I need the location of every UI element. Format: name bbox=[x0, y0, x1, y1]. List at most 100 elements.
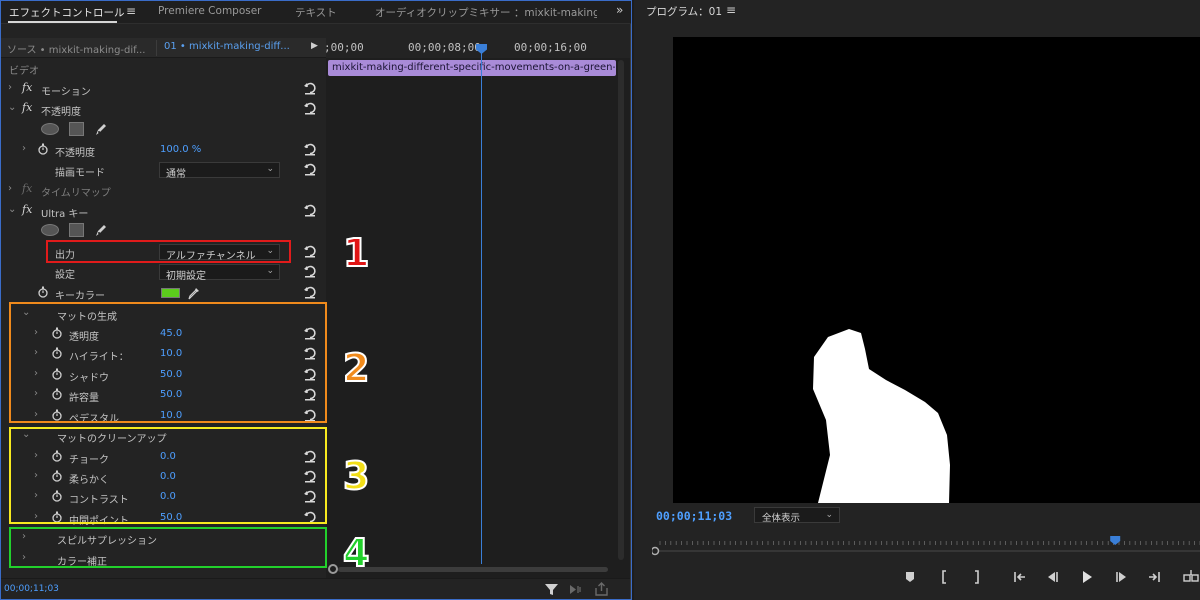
reset-icon[interactable] bbox=[303, 264, 317, 278]
choke-value[interactable]: 0.0 bbox=[160, 451, 176, 462]
insert-icon[interactable] bbox=[1183, 569, 1199, 585]
ellipse-mask-icon[interactable] bbox=[41, 123, 59, 135]
step-forward-icon[interactable] bbox=[1114, 569, 1130, 585]
matte-cleanup-header[interactable]: ⌄ マットのクリーンアップ bbox=[0, 426, 326, 446]
effect-ultra-key-row[interactable]: ⌄ fx Ultra キー bbox=[0, 201, 326, 221]
output-dropdown[interactable]: アルファチャンネル ⌄ bbox=[159, 244, 280, 262]
reset-icon[interactable] bbox=[303, 346, 317, 360]
tolerance-row[interactable]: › 許容量 50.0 bbox=[0, 385, 326, 405]
expand-chevron-icon[interactable]: › bbox=[34, 450, 38, 461]
filter-icon[interactable] bbox=[544, 582, 559, 597]
shadow-row[interactable]: › シャドウ 50.0 bbox=[0, 365, 326, 385]
expand-chevron-icon[interactable]: › bbox=[34, 409, 38, 420]
footer-timecode[interactable]: 00;00;11;03 bbox=[4, 584, 59, 594]
fx-icon[interactable]: fx bbox=[22, 81, 32, 94]
expand-chevron-icon[interactable]: › bbox=[34, 388, 38, 399]
more-panels-icon[interactable]: » bbox=[616, 3, 623, 17]
play-icon[interactable] bbox=[1079, 569, 1095, 585]
mark-in-icon[interactable] bbox=[937, 569, 953, 585]
panel-menu-icon[interactable]: ≡ bbox=[126, 4, 136, 18]
expand-chevron-icon[interactable]: › bbox=[22, 552, 26, 563]
contrast-value[interactable]: 0.0 bbox=[160, 491, 176, 502]
midpoint-value[interactable]: 50.0 bbox=[160, 512, 182, 523]
transparency-value[interactable]: 45.0 bbox=[160, 328, 182, 339]
ellipse-mask-icon[interactable] bbox=[41, 224, 59, 236]
eyedropper-icon[interactable] bbox=[187, 286, 200, 300]
key-color-swatch[interactable] bbox=[161, 288, 180, 298]
fx-icon[interactable]: fx bbox=[22, 101, 32, 114]
reset-icon[interactable] bbox=[303, 285, 317, 299]
reset-icon[interactable] bbox=[303, 162, 317, 176]
expand-chevron-icon[interactable]: › bbox=[22, 143, 26, 154]
collapse-chevron-icon[interactable]: ⌄ bbox=[22, 307, 30, 318]
stopwatch-icon[interactable] bbox=[37, 286, 49, 298]
reset-icon[interactable] bbox=[303, 387, 317, 401]
tab-effect-controls[interactable]: エフェクトコントロール bbox=[9, 5, 125, 20]
reset-icon[interactable] bbox=[303, 449, 317, 463]
reset-icon[interactable] bbox=[303, 489, 317, 503]
expand-chevron-icon[interactable]: › bbox=[34, 368, 38, 379]
reset-icon[interactable] bbox=[303, 469, 317, 483]
contrast-row[interactable]: › コントラスト 0.0 bbox=[0, 487, 326, 507]
spill-suppression-header[interactable]: › スピルサプレッション bbox=[0, 528, 326, 548]
rectangle-mask-icon[interactable] bbox=[69, 122, 84, 136]
expand-chevron-icon[interactable]: › bbox=[8, 82, 12, 93]
tab-audio-clip-mixer[interactable]: オーディオクリップミキサー ：mixkit-making-d bbox=[375, 5, 597, 20]
collapse-chevron-icon[interactable]: ⌄ bbox=[8, 102, 16, 113]
collapse-chevron-icon[interactable]: ⌄ bbox=[22, 429, 30, 440]
expand-chevron-icon[interactable]: › bbox=[34, 347, 38, 358]
scrollbar-handle[interactable] bbox=[328, 564, 338, 574]
stopwatch-icon[interactable] bbox=[51, 470, 63, 482]
reset-icon[interactable] bbox=[303, 81, 317, 95]
program-timecode[interactable]: 00;00;11;03 bbox=[656, 509, 732, 523]
stopwatch-icon[interactable] bbox=[51, 409, 63, 421]
tab-premiere-composer[interactable]: Premiere Composer bbox=[158, 5, 262, 17]
rectangle-mask-icon[interactable] bbox=[69, 223, 84, 237]
tab-text[interactable]: テキスト bbox=[295, 5, 337, 20]
expand-chevron-icon[interactable]: › bbox=[34, 327, 38, 338]
reset-icon[interactable] bbox=[303, 142, 317, 156]
soften-value[interactable]: 0.0 bbox=[160, 471, 176, 482]
export-icon[interactable] bbox=[594, 582, 609, 597]
expand-chevron-icon[interactable]: › bbox=[34, 470, 38, 481]
scrubber-start-handle[interactable] bbox=[652, 546, 660, 556]
reset-icon[interactable] bbox=[303, 510, 317, 524]
expand-chevron-icon[interactable]: › bbox=[34, 490, 38, 501]
pedestal-value[interactable]: 10.0 bbox=[160, 410, 182, 421]
shadow-value[interactable]: 50.0 bbox=[160, 369, 182, 380]
stopwatch-icon[interactable] bbox=[51, 450, 63, 462]
reset-icon[interactable] bbox=[303, 101, 317, 115]
expand-chevron-icon[interactable]: › bbox=[8, 183, 12, 194]
horizontal-zoom-scrollbar[interactable] bbox=[326, 564, 626, 574]
fx-icon[interactable]: fx bbox=[22, 203, 32, 216]
matte-generation-header[interactable]: ⌄ マットの生成 bbox=[0, 304, 326, 324]
effect-motion-row[interactable]: › fx モーション bbox=[0, 79, 326, 99]
highlight-row[interactable]: › ハイライト： 10.0 bbox=[0, 344, 326, 364]
transparency-row[interactable]: › 透明度 45.0 bbox=[0, 324, 326, 344]
program-monitor-title[interactable]: プログラム：01 bbox=[646, 4, 722, 19]
reset-icon[interactable] bbox=[303, 203, 317, 217]
scrollbar-track[interactable] bbox=[338, 567, 608, 572]
setting-dropdown[interactable]: 初期設定 ⌄ bbox=[159, 264, 280, 282]
opacity-value[interactable]: 100.0 % bbox=[160, 144, 201, 155]
mark-out-icon[interactable] bbox=[968, 569, 984, 585]
stopwatch-icon[interactable] bbox=[37, 143, 49, 155]
pen-mask-icon[interactable] bbox=[94, 122, 108, 136]
go-to-out-icon[interactable] bbox=[1146, 569, 1162, 585]
color-correction-header[interactable]: › カラー補正 bbox=[0, 549, 326, 569]
stopwatch-icon[interactable] bbox=[51, 347, 63, 359]
play-clip-icon[interactable]: ▶ bbox=[311, 41, 318, 51]
panel-menu-icon[interactable]: ≡ bbox=[726, 3, 736, 17]
stopwatch-icon[interactable] bbox=[51, 368, 63, 380]
tab-sequence-clip[interactable]: 01 • mixkit-making-diff... bbox=[164, 41, 290, 52]
play-audio-icon[interactable] bbox=[568, 582, 583, 597]
timeline-clip[interactable]: mixkit-making-different-specific-movemen… bbox=[328, 60, 616, 76]
expand-chevron-icon[interactable]: › bbox=[22, 531, 26, 542]
highlight-value[interactable]: 10.0 bbox=[160, 348, 182, 359]
program-viewer[interactable] bbox=[673, 37, 1200, 503]
reset-icon[interactable] bbox=[303, 367, 317, 381]
midpoint-row[interactable]: › 中間ポイント 50.0 bbox=[0, 508, 326, 528]
stopwatch-icon[interactable] bbox=[51, 490, 63, 502]
step-back-icon[interactable] bbox=[1044, 569, 1060, 585]
expand-chevron-icon[interactable]: › bbox=[34, 511, 38, 522]
